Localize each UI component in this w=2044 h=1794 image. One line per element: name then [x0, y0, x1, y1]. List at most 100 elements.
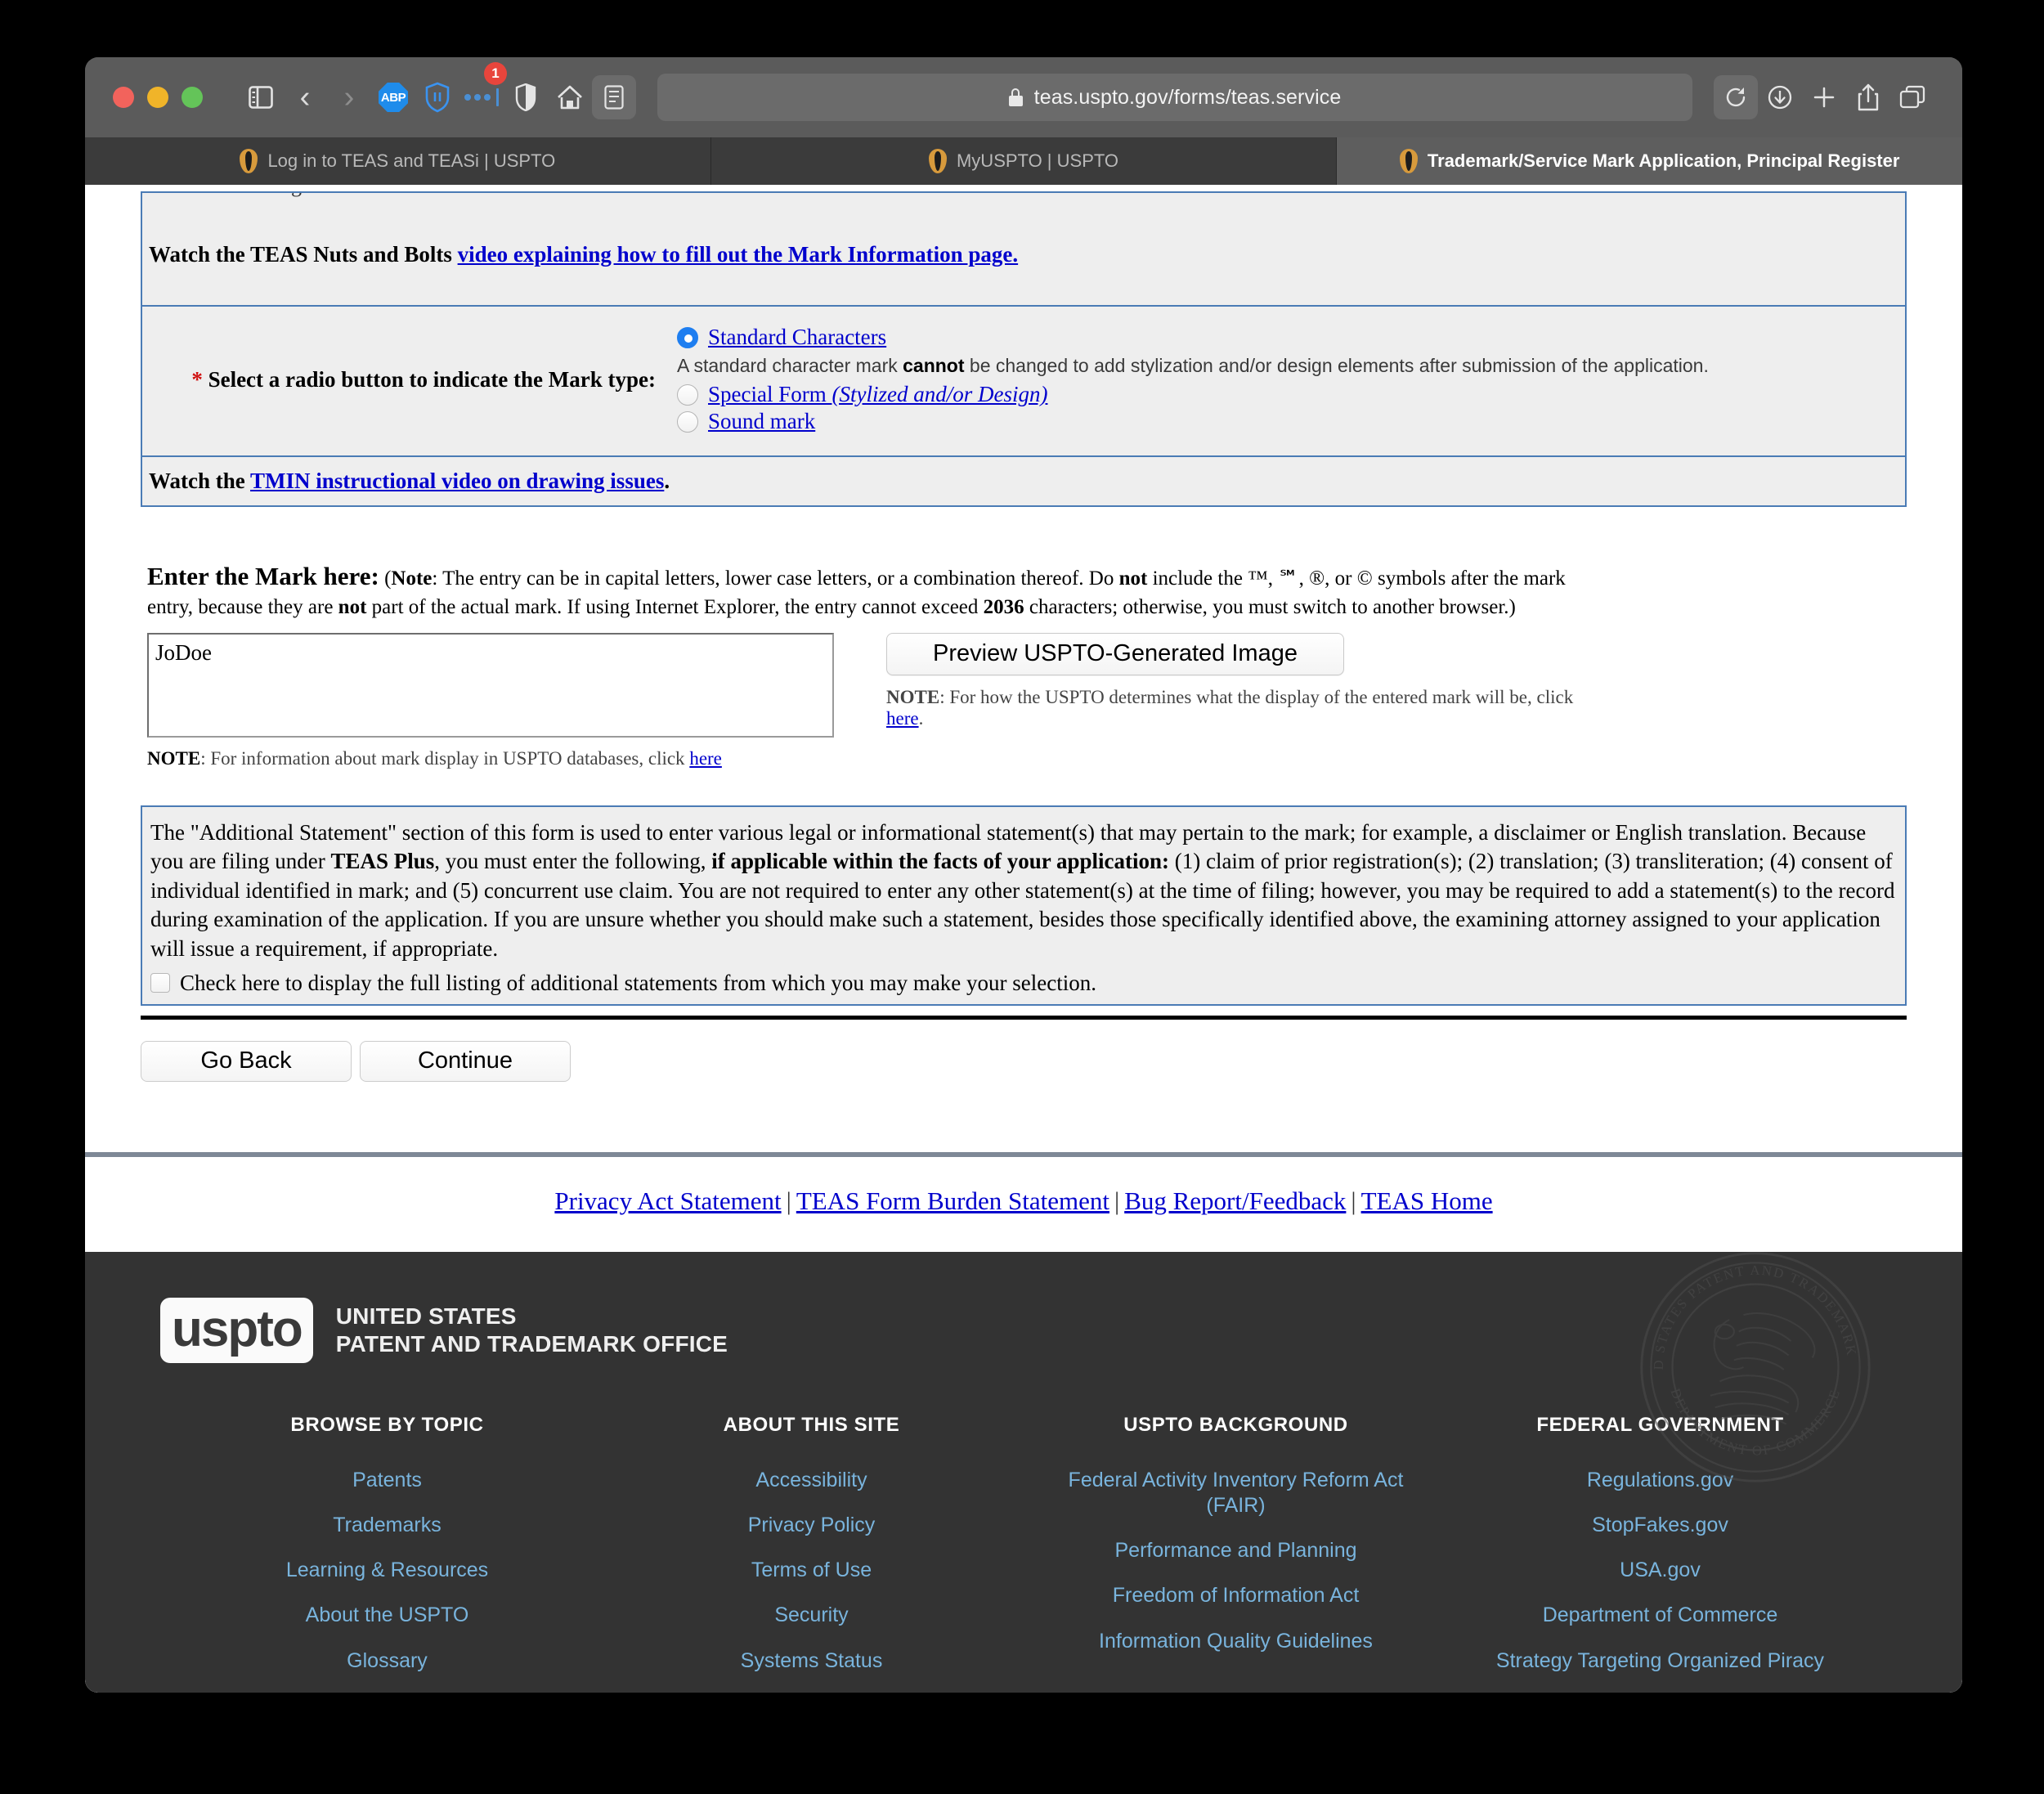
footer-link-department-of-commerce[interactable]: Department of Commerce	[1448, 1603, 1872, 1628]
nuts-and-bolts-prefix: Watch the TEAS Nuts and Bolts	[149, 242, 458, 267]
forward-icon[interactable]: ›	[327, 75, 371, 119]
svg-text:DEPARTMENT OF COMMERCE: DEPARTMENT OF COMMERCE	[1668, 1386, 1844, 1458]
preview-note: NOTE: For how the USPTO determines what …	[886, 687, 1606, 729]
right-note-end: .	[918, 707, 924, 729]
mark-type-option-standard[interactable]: Standard Characters	[677, 325, 1709, 350]
special-form-link[interactable]: Special Form (Stylized and/or Design)	[708, 382, 1047, 407]
minimize-window-button[interactable]	[147, 87, 168, 108]
desc-not-2: not	[338, 595, 367, 618]
footer-link-glossary[interactable]: Glossary	[175, 1648, 599, 1674]
privacy-act-statement-link[interactable]: Privacy Act Statement	[554, 1186, 781, 1215]
agency-line-1: UNITED STATES	[335, 1303, 517, 1330]
desc-1: (	[379, 567, 392, 590]
as-p2: , you must enter the following,	[434, 849, 712, 874]
mark-type-label-text: Select a radio button to indicate the Ma…	[202, 367, 656, 392]
additional-statement-checkbox-row[interactable]: Check here to display the full listing o…	[150, 971, 1897, 996]
home-icon[interactable]	[548, 75, 592, 119]
new-tab-icon[interactable]	[1802, 75, 1846, 119]
tmin-prefix: Watch the	[149, 469, 251, 493]
footer-link-performance-and-planning[interactable]: Performance and Planning	[1024, 1538, 1448, 1563]
standard-characters-note: A standard character mark cannot be chan…	[677, 355, 1709, 377]
back-icon[interactable]: ‹	[283, 75, 327, 119]
radio-special-form[interactable]	[677, 383, 698, 406]
browser-tab-1[interactable]: MyUSPTO | USPTO	[710, 137, 1338, 185]
link-separator: |	[1114, 1186, 1120, 1215]
note-label: NOTE	[147, 747, 201, 769]
tab-label: MyUSPTO | USPTO	[956, 150, 1119, 171]
preview-column: Preview USPTO-Generated Image NOTE: For …	[886, 632, 1606, 769]
continue-button[interactable]: Continue	[360, 1040, 571, 1082]
footer-link-privacy-policy[interactable]: Privacy Policy	[599, 1513, 1024, 1538]
browser-tab-2[interactable]: Trademark/Service Mark Application, Prin…	[1337, 137, 1962, 185]
browser-tab-0[interactable]: Log in to TEAS and TEASi | USPTO	[85, 137, 711, 185]
footer-link-learning-resources[interactable]: Learning & Resources	[175, 1558, 599, 1583]
privacy-dots-icon[interactable]: 1	[459, 62, 507, 119]
reload-icon[interactable]	[1714, 75, 1758, 119]
uspto-wordmark-box: uspto	[160, 1297, 313, 1363]
footer-column-uspto-background: USPTO BACKGROUND Federal Activity Invent…	[1024, 1414, 1448, 1693]
preview-uspto-generated-image-button[interactable]: Preview USPTO-Generated Image	[886, 632, 1344, 675]
desc-4: part of the actual mark. If using Intern…	[366, 595, 984, 618]
url-text: teas.uspto.gov/forms/teas.service	[1033, 85, 1342, 109]
mark-type-option-special-form[interactable]: Special Form (Stylized and/or Design)	[677, 382, 1709, 407]
bug-report-feedback-link[interactable]: Bug Report/Feedback	[1124, 1186, 1346, 1215]
browser-window: ‹ › ABP 1 teas.uspto.gov/forms/teas.serv…	[85, 57, 1962, 1693]
mark-type-option-sound-mark[interactable]: Sound mark	[677, 409, 1709, 434]
sidebar-icon[interactable]	[239, 75, 283, 119]
maximize-window-button[interactable]	[182, 87, 203, 108]
uspto-site-footer: UNITED STATES PATENT AND TRADEMARK OFFIC…	[85, 1251, 1962, 1693]
adblock-plus-icon[interactable]: ABP	[371, 75, 415, 119]
reader-icon[interactable]	[592, 75, 636, 119]
go-back-button[interactable]: Go Back	[141, 1040, 352, 1082]
footer-link-usa-gov[interactable]: USA.gov	[1448, 1558, 1872, 1583]
address-bar[interactable]: teas.uspto.gov/forms/teas.service	[657, 74, 1692, 121]
footer-link-trademarks[interactable]: Trademarks	[175, 1513, 599, 1538]
footer-link-about-the-uspto[interactable]: About the USPTO	[175, 1603, 599, 1628]
footer-column-browse-by-topic: BROWSE BY TOPIC Patents Trademarks Learn…	[175, 1414, 599, 1693]
footer-link-fair-act[interactable]: Federal Activity Inventory Reform Act (F…	[1065, 1468, 1408, 1519]
footer-column-heading: BROWSE BY TOPIC	[290, 1413, 484, 1436]
footer-link-information-quality-guidelines[interactable]: Information Quality Guidelines	[1024, 1629, 1448, 1654]
right-note-text: : For how the USPTO determines what the …	[939, 686, 1574, 707]
tmin-video-link[interactable]: TMIN instructional video on drawing issu…	[250, 469, 664, 493]
video-row: g Watch the TEAS Nuts and Bolts video ex…	[142, 193, 1905, 307]
display-determination-here-link[interactable]: here	[886, 708, 919, 729]
mark-input-note: NOTE: For information about mark display…	[147, 748, 834, 769]
footer-link-accessibility[interactable]: Accessibility	[599, 1468, 1024, 1493]
footer-link-freedom-of-information-act[interactable]: Freedom of Information Act	[1024, 1583, 1448, 1608]
teas-plus-bold: TEAS Plus	[330, 849, 435, 874]
browser-toolbar: ‹ › ABP 1 teas.uspto.gov/forms/teas.serv…	[85, 57, 1962, 137]
dark-mode-icon[interactable]	[504, 75, 548, 119]
mark-type-row: * Select a radio button to indicate the …	[142, 307, 1905, 457]
close-window-button[interactable]	[113, 87, 134, 108]
right-note-label: NOTE	[886, 686, 940, 707]
display-full-listing-label: Check here to display the full listing o…	[180, 970, 1096, 995]
shield-pause-icon[interactable]	[415, 75, 459, 119]
footer-link-stopfakes-gov[interactable]: StopFakes.gov	[1448, 1513, 1872, 1538]
footer-link-patents[interactable]: Patents	[175, 1468, 599, 1493]
footer-link-systems-status[interactable]: Systems Status	[599, 1648, 1024, 1674]
downloads-icon[interactable]	[1758, 75, 1802, 119]
radio-sound-mark[interactable]	[677, 410, 698, 433]
mark-information-video-link[interactable]: video explaining how to fill out the Mar…	[458, 242, 1019, 267]
standard-characters-link[interactable]: Standard Characters	[708, 325, 886, 350]
share-icon[interactable]	[1846, 75, 1890, 119]
footer-link-security[interactable]: Security	[599, 1603, 1024, 1628]
footer-column-heading: ABOUT THIS SITE	[723, 1413, 900, 1436]
footer-link-terms-of-use[interactable]: Terms of Use	[599, 1558, 1024, 1583]
footer-link-strategy-targeting-organized-piracy[interactable]: Strategy Targeting Organized Piracy	[1448, 1648, 1872, 1674]
tab-label: Log in to TEAS and TEASi | USPTO	[267, 150, 556, 171]
lock-icon	[1008, 88, 1023, 106]
teas-form-burden-statement-link[interactable]: TEAS Form Burden Statement	[796, 1186, 1109, 1215]
mark-display-here-link[interactable]: here	[689, 748, 722, 769]
display-full-listing-checkbox[interactable]	[150, 973, 170, 993]
tab-bar: Log in to TEAS and TEASi | USPTO MyUSPTO…	[85, 137, 1962, 185]
desc-2: : The entry can be in capital letters, l…	[432, 567, 1119, 590]
uspto-seal-watermark: UNITED STATES PATENT AND TRADEMARK OFFIC…	[1637, 1252, 1871, 1482]
mark-text-input[interactable]	[147, 632, 834, 738]
teas-home-link[interactable]: TEAS Home	[1361, 1186, 1493, 1215]
sound-mark-link[interactable]: Sound mark	[708, 409, 815, 434]
tab-overview-icon[interactable]	[1890, 75, 1934, 119]
clipped-text-row: g	[142, 193, 1905, 204]
radio-standard-characters[interactable]	[677, 326, 698, 348]
